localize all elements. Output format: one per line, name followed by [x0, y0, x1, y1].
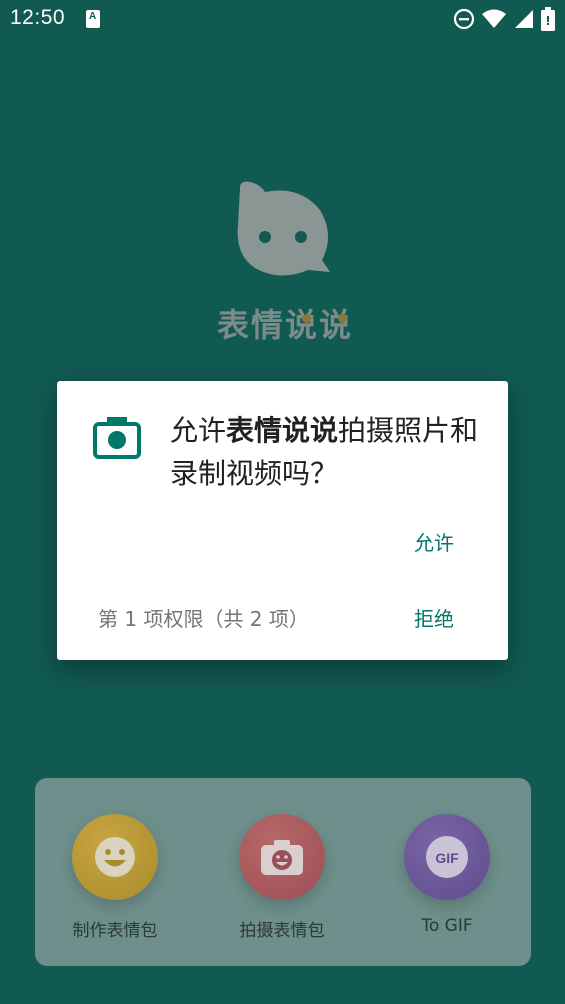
feature-panel: 制作表情包 拍摄表情包 GIF To GIF — [35, 778, 531, 966]
battery-icon: ! — [541, 7, 555, 31]
allow-button[interactable]: 允许 — [414, 527, 454, 556]
to-gif-circle: GIF — [404, 814, 490, 900]
camera-smiley-icon — [261, 840, 303, 875]
app-logo-text: 表情说说 — [216, 306, 353, 344]
wifi-icon — [482, 9, 506, 28]
cell-signal-icon — [515, 10, 533, 28]
status-bar: 12:50 A ! — [0, 0, 565, 38]
shoot-sticker-label: 拍摄表情包 — [239, 921, 325, 941]
shoot-sticker-circle — [239, 814, 325, 900]
to-gif-label: To GIF — [421, 916, 473, 936]
dialog-message-prefix: 允许 — [170, 414, 227, 447]
app-logo: 表情说说 — [210, 180, 360, 350]
status-icons: ! — [453, 7, 555, 31]
logo-dot-2 — [338, 314, 347, 323]
permission-dialog: 允许表情说说拍摄照片和录制视频吗？ 允许 第 1 项权限（共 2 项） 拒绝 — [57, 381, 508, 660]
to-gif-button[interactable]: GIF To GIF — [377, 814, 517, 936]
logo-dot-1 — [302, 314, 311, 323]
dialog-app-name: 表情说说 — [226, 414, 339, 447]
permission-counter: 第 1 项权限（共 2 项） — [98, 607, 309, 631]
deny-button[interactable]: 拒绝 — [414, 603, 454, 632]
do-not-disturb-icon — [453, 8, 475, 30]
camera-icon — [93, 417, 141, 459]
notification-icon: A — [86, 10, 100, 28]
app-mascot-icon — [237, 181, 330, 276]
svg-text:GIF: GIF — [435, 850, 459, 866]
svg-text:!: ! — [545, 14, 550, 28]
make-sticker-circle — [72, 814, 158, 900]
make-sticker-button[interactable]: 制作表情包 — [45, 814, 185, 941]
make-sticker-label: 制作表情包 — [72, 921, 158, 941]
status-time: 12:50 — [10, 6, 66, 29]
dialog-message: 允许表情说说拍摄照片和录制视频吗？ — [170, 409, 490, 495]
shoot-sticker-button[interactable]: 拍摄表情包 — [212, 814, 352, 941]
smiley-icon — [95, 837, 135, 877]
gif-icon: GIF — [426, 836, 468, 878]
